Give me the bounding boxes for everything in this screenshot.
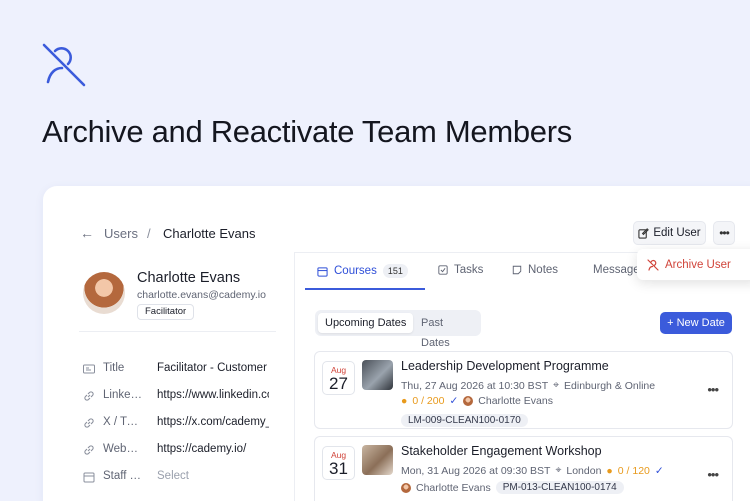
row-more-icon[interactable]: ••• [707,382,719,397]
field-linkedin: LinkedIn https://www.linkedin.co [83,389,273,405]
field-label: Staff Type [103,470,143,482]
back-arrow-icon[interactable]: ← [80,226,94,240]
people-icon: ● [606,464,613,477]
tab-messages[interactable]: Messages [587,264,643,276]
field-label: Website [103,443,143,455]
course-title[interactable]: Stakeholder Engagement Workshop [401,444,602,458]
course-meta: Thu, 27 Aug 2026 at 10:30 BST ⌖ Edinburg… [401,379,655,392]
edit-user-label: Edit User [653,227,701,239]
field-twitter: X / Twitter https://x.com/cademy_ [83,416,273,432]
facilitator-avatar [463,396,474,406]
course-thumbnail [362,445,393,475]
note-icon [512,265,522,275]
active-tab-indicator [305,288,425,290]
more-options-button[interactable]: ••• [713,221,735,245]
calendar-icon [83,472,95,483]
id-icon [83,364,95,374]
course-datetime: Mon, 31 Aug 2026 at 09:30 BST [401,464,551,477]
course-capacity: 0 / 200 [412,395,445,407]
user-off-icon [647,258,659,271]
field-label: Title [103,362,125,374]
new-date-button[interactable]: + New Date [660,312,732,334]
course-row[interactable]: Aug 27 Leadership Development Programme … [314,351,733,429]
breadcrumb-current: Charlotte Evans [163,226,256,241]
date-day: 31 [329,459,348,478]
past-dates-tab[interactable]: Past Dates [414,313,481,349]
date-filter-toggle: Upcoming Dates Past Dates [315,310,481,349]
tab-courses[interactable]: Courses 151 [317,264,408,278]
tab-label: Tasks [454,264,484,276]
course-title[interactable]: Leadership Development Programme [401,359,609,373]
avatar [83,272,125,314]
field-value[interactable]: https://www.linkedin.co [157,389,269,401]
course-code: PM-013-CLEAN100-0174 [495,481,624,494]
link-icon [84,445,94,455]
archive-user-label: Archive User [665,258,731,271]
more-options-icon: ••• [719,226,730,240]
tab-label: Courses [334,265,377,277]
course-location: London [566,464,602,477]
location-pin-icon: ⌖ [555,464,562,476]
course-thumbnail [362,360,393,390]
course-datetime: Thu, 27 Aug 2026 at 10:30 BST [401,379,549,392]
count-badge: 151 [382,264,408,278]
date-badge: Aug 31 [322,446,355,480]
course-facilitator: Charlotte Evans [478,395,553,407]
user-detail-card: ← Users / Charlotte Evans Edit User ••• … [43,186,750,501]
course-row[interactable]: Aug 31 Stakeholder Engagement Workshop M… [314,436,733,501]
course-code: LM-009-CLEAN100-0170 [401,414,528,427]
upcoming-dates-tab[interactable]: Upcoming Dates [318,313,414,333]
date-day: 27 [329,374,348,393]
link-icon [84,391,94,401]
row-more-icon[interactable]: ••• [707,467,719,482]
check-icon: ✓ [449,395,459,407]
tab-notes[interactable]: Notes [512,264,558,276]
course-capacity: 0 / 120 [617,464,650,477]
staff-type-select[interactable]: Select [157,470,269,482]
field-label: LinkedIn [103,389,143,401]
link-icon [84,418,94,428]
breadcrumb-separator: / [147,226,151,241]
tab-label: Messages [593,264,643,276]
field-website: Website https://cademy.io/ [83,443,273,459]
tab-tasks[interactable]: Tasks [438,264,483,276]
course-location: Edinburgh & Online [564,379,656,392]
profile-email: charlotte.evans@cademy.io [137,289,266,301]
edit-user-button[interactable]: Edit User [633,221,706,245]
profile-name: Charlotte Evans [137,270,241,286]
date-badge: Aug 27 [322,361,355,395]
course-code-wrap: LM-009-CLEAN100-0170 [401,410,528,428]
breadcrumb-users-link[interactable]: Users [104,226,138,241]
course-meta: Mon, 31 Aug 2026 at 09:30 BST ⌖ London ●… [401,464,664,477]
course-meta-secondary: ● 0 / 200 ✓ Charlotte Evans [401,395,553,407]
field-label: X / Twitter [103,416,143,428]
field-value[interactable]: https://cademy.io/ [157,443,269,455]
page-heading: Archive and Reactivate Team Members [42,114,572,149]
divider [79,331,276,332]
facilitator-avatar [401,482,411,493]
checkbox-icon [438,265,448,275]
course-facilitator: Charlotte Evans [416,481,491,494]
calendar-icon [317,266,328,277]
role-badge: Facilitator [137,304,195,320]
field-title: Title Facilitator - Customer S [83,362,273,378]
people-icon: ● [401,395,408,407]
archive-user-menu-item[interactable]: Archive User [637,249,750,280]
field-staff-type: Staff Type Select [83,470,273,486]
edit-icon [638,227,650,239]
user-off-icon [42,43,86,87]
field-value[interactable]: https://x.com/cademy_ [157,416,269,428]
field-value[interactable]: Facilitator - Customer S [157,362,269,374]
course-meta-secondary: Charlotte Evans PM-013-CLEAN100-0174 [401,481,624,494]
location-pin-icon: ⌖ [553,379,560,391]
check-icon: ✓ [654,464,664,477]
tab-label: Notes [528,264,559,276]
